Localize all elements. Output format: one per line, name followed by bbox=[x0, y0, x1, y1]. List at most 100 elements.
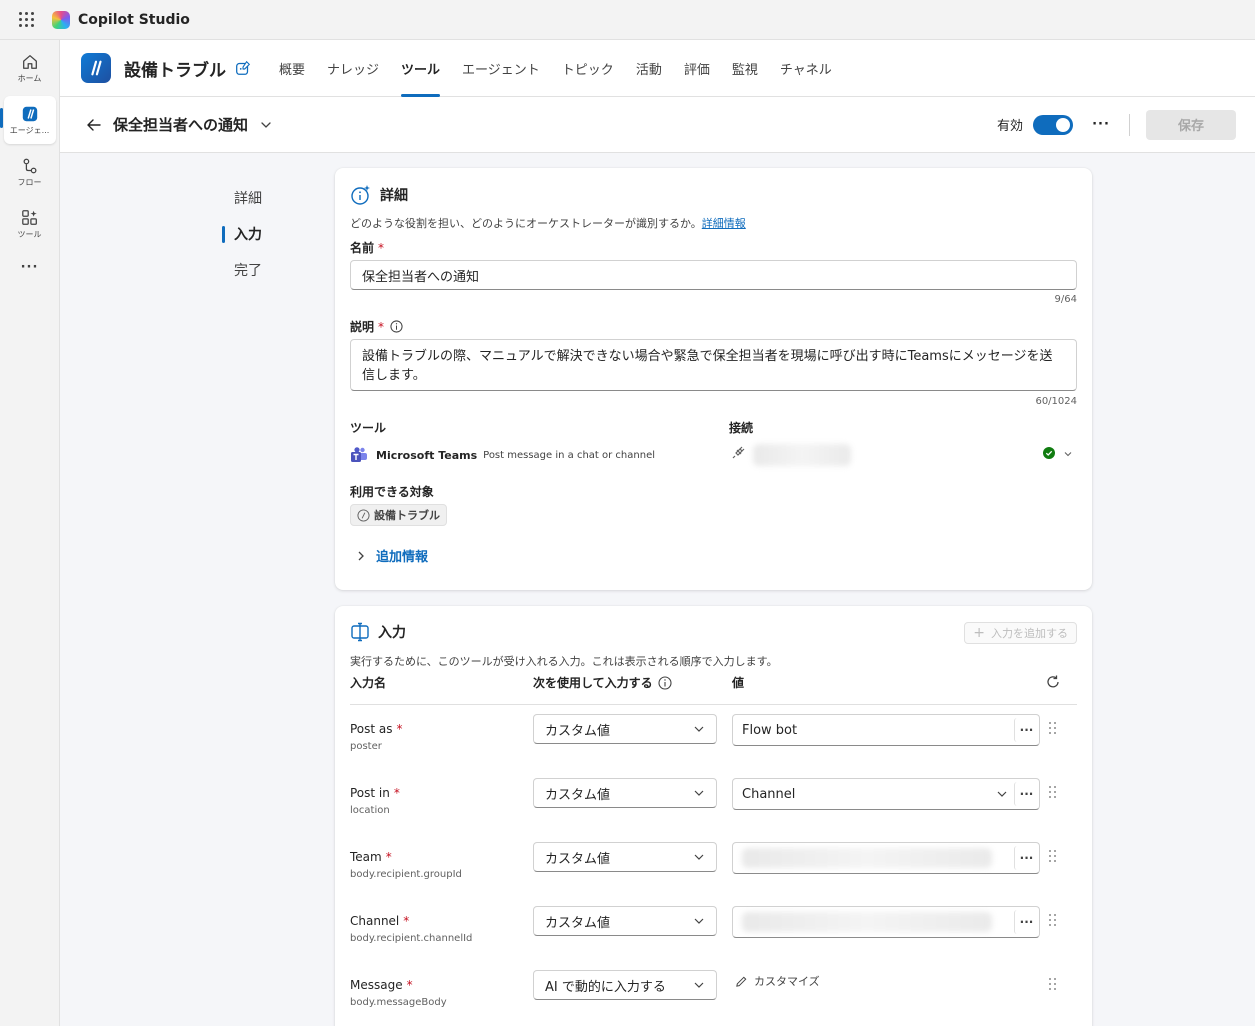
input-key: body.recipient.groupId bbox=[350, 869, 462, 880]
plug-icon bbox=[732, 446, 745, 459]
value-options-button[interactable]: ··· bbox=[1014, 846, 1038, 870]
input-row: Post as * poster カスタム値 Flow bot ··· bbox=[335, 714, 1092, 786]
description-label-text: 説明 bbox=[350, 320, 375, 334]
chevron-down-icon bbox=[694, 854, 704, 860]
value-field[interactable]: ··· bbox=[732, 906, 1040, 938]
agent-logo bbox=[81, 53, 111, 83]
section-nav-inputs[interactable]: 入力 bbox=[222, 216, 262, 252]
info-icon[interactable] bbox=[390, 320, 403, 333]
app-name: Copilot Studio bbox=[78, 11, 190, 28]
value-options-button[interactable]: ··· bbox=[1014, 782, 1038, 806]
customize-button[interactable]: カスタマイズ bbox=[735, 973, 820, 989]
value-field[interactable]: Flow bot ··· bbox=[732, 714, 1040, 746]
rail-more-button[interactable]: ··· bbox=[4, 252, 56, 282]
tab-agents[interactable]: エージェント bbox=[451, 40, 551, 97]
input-key: body.messageBody bbox=[350, 997, 447, 1008]
tab-knowledge[interactable]: ナレッジ bbox=[316, 40, 390, 97]
more-options-icon[interactable]: ··· bbox=[1091, 117, 1111, 132]
chevron-down-icon bbox=[694, 790, 704, 796]
chevron-down-icon bbox=[694, 982, 704, 988]
agent-tabs: 概要 ナレッジ ツール エージェント トピック 活動 評価 監視 チャネル bbox=[268, 40, 843, 97]
customize-label: カスタマイズ bbox=[754, 975, 820, 988]
agent-settings-icon[interactable] bbox=[234, 59, 252, 77]
tab-channels[interactable]: チャネル bbox=[769, 40, 843, 97]
input-name-text: Post as bbox=[350, 722, 393, 736]
tab-activity[interactable]: 活動 bbox=[625, 40, 673, 97]
info-icon[interactable] bbox=[658, 675, 672, 690]
value-options-button[interactable]: ··· bbox=[1014, 718, 1038, 742]
fill-mode-dropdown[interactable]: カスタム値 bbox=[533, 714, 717, 744]
app-launcher-icon[interactable] bbox=[0, 0, 52, 40]
tab-topics[interactable]: トピック bbox=[551, 40, 625, 97]
input-name: Post as * bbox=[350, 722, 403, 736]
details-description: どのような役割を担い、どのようにオーケストレーターが識別するか。詳細情報 bbox=[350, 215, 746, 231]
required-mark: * bbox=[378, 319, 385, 334]
agent-header: 設備トラブル 概要 ナレッジ ツール エージェント トピック 活動 評価 監視 … bbox=[60, 40, 1255, 97]
fill-mode-dropdown[interactable]: AI で動的に入力する bbox=[533, 970, 717, 1000]
drag-handle-icon[interactable] bbox=[1049, 850, 1056, 862]
input-name-text: Message bbox=[350, 978, 403, 992]
input-key: body.recipient.channelId bbox=[350, 933, 473, 944]
drag-handle-icon[interactable] bbox=[1049, 914, 1056, 926]
section-nav-details[interactable]: 詳細 bbox=[222, 180, 262, 216]
value-field[interactable]: ··· bbox=[732, 842, 1040, 874]
description-field[interactable]: 設備トラブルの際、マニュアルで解決できない場合や緊急で保全担当者を現場に呼び出す… bbox=[350, 339, 1077, 391]
input-key: location bbox=[350, 805, 390, 816]
column-fill-using-text: 次を使用して入力する bbox=[533, 676, 653, 690]
input-name: Post in * bbox=[350, 786, 400, 800]
value-text: Channel bbox=[742, 786, 796, 802]
save-button[interactable]: 保存 bbox=[1146, 109, 1236, 140]
name-field[interactable]: 保全担当者への通知 bbox=[350, 260, 1077, 290]
description-char-count: 60/1024 bbox=[1035, 396, 1077, 407]
back-arrow-icon[interactable] bbox=[84, 115, 104, 135]
chevron-down-icon[interactable] bbox=[260, 119, 272, 131]
add-input-button[interactable]: + 入力を追加する bbox=[964, 622, 1077, 644]
tab-evaluation[interactable]: 評価 bbox=[673, 40, 721, 97]
tool-header: 保全担当者への通知 有効 ··· 保存 bbox=[60, 97, 1255, 153]
fill-mode-dropdown[interactable]: カスタム値 bbox=[533, 906, 717, 936]
app-bar: Copilot Studio bbox=[0, 0, 1255, 40]
rail-item-agents[interactable]: エージェ... bbox=[3, 96, 56, 144]
left-rail: ホーム エージェ... フロー ツール ··· bbox=[0, 40, 60, 1026]
plus-icon: + bbox=[973, 625, 985, 641]
input-name: Message * bbox=[350, 978, 413, 992]
fill-mode-dropdown[interactable]: カスタム値 bbox=[533, 778, 717, 808]
input-name-text: Post in bbox=[350, 786, 390, 800]
rail-item-flows[interactable]: フロー bbox=[4, 148, 56, 196]
enabled-label: 有効 bbox=[996, 119, 1023, 134]
microsoft-teams-icon bbox=[351, 447, 367, 462]
rail-item-home[interactable]: ホーム bbox=[4, 44, 56, 92]
drag-handle-icon[interactable] bbox=[1049, 786, 1056, 798]
drag-handle-icon[interactable] bbox=[1049, 978, 1056, 990]
inputs-card: 入力 + 入力を追加する 実行するために、このツールが受け入れる入力。これは表示… bbox=[335, 606, 1092, 1026]
input-name-text: Team bbox=[350, 850, 382, 864]
value-redacted bbox=[742, 848, 992, 868]
required-mark: * bbox=[406, 978, 413, 992]
tab-overview[interactable]: 概要 bbox=[268, 40, 316, 97]
details-description-text: どのような役割を担い、どのようにオーケストレーターが識別するか。 bbox=[350, 217, 702, 230]
details-card: 詳細 どのような役割を担い、どのようにオーケストレーターが識別するか。詳細情報 … bbox=[335, 168, 1092, 590]
input-row: Channel * body.recipient.channelId カスタム値 … bbox=[335, 906, 1092, 978]
tool-name: Microsoft Teams bbox=[376, 448, 478, 462]
tool-info: Microsoft Teams Post message in a chat o… bbox=[350, 446, 655, 464]
tab-monitoring[interactable]: 監視 bbox=[721, 40, 769, 97]
fill-mode-dropdown[interactable]: カスタム値 bbox=[533, 842, 717, 872]
refresh-icon[interactable] bbox=[1045, 674, 1061, 690]
agent-name: 設備トラブル bbox=[124, 60, 226, 81]
drag-handle-icon[interactable] bbox=[1049, 722, 1056, 734]
rail-item-tools[interactable]: ツール bbox=[4, 200, 56, 248]
tab-tools[interactable]: ツール bbox=[390, 40, 451, 97]
additional-info-toggle[interactable]: 追加情報 bbox=[355, 546, 428, 565]
column-fill-using: 次を使用して入力する bbox=[533, 674, 672, 691]
enabled-toggle[interactable] bbox=[1033, 114, 1073, 135]
value-options-button[interactable]: ··· bbox=[1014, 910, 1038, 934]
chevron-down-icon bbox=[997, 791, 1007, 797]
input-name-text: Channel bbox=[350, 914, 400, 928]
section-nav-completion[interactable]: 完了 bbox=[222, 252, 262, 288]
value-dropdown[interactable]: Channel ··· bbox=[732, 778, 1040, 810]
connection-chevron-down-icon[interactable] bbox=[1063, 449, 1073, 459]
tool-action: Post message in a chat or channel bbox=[483, 449, 656, 461]
fill-mode-value: カスタム値 bbox=[545, 915, 611, 931]
learn-more-link[interactable]: 詳細情報 bbox=[702, 217, 746, 230]
tool-label: ツール bbox=[350, 421, 387, 435]
